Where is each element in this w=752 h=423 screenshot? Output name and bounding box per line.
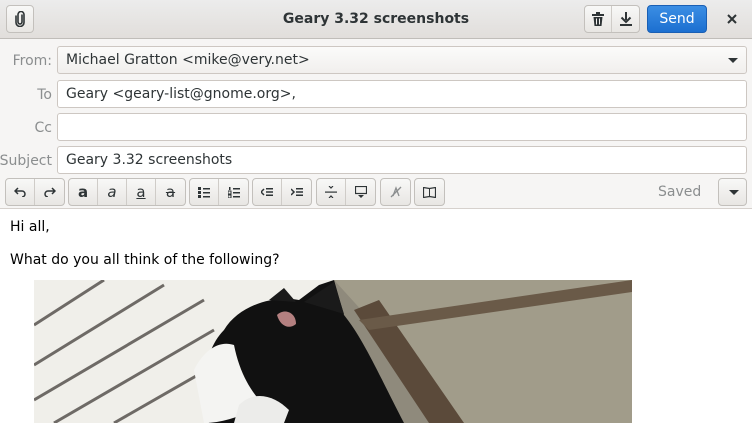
list-group (189, 178, 249, 206)
redo-button[interactable] (35, 179, 64, 205)
remove-format-icon (325, 186, 337, 198)
outdent-button[interactable] (253, 179, 282, 205)
close-button[interactable] (719, 5, 745, 33)
body-text: What do you all think of the following? (10, 252, 280, 268)
bold-button[interactable]: a (69, 179, 98, 205)
download-icon (619, 12, 632, 26)
greeting-text: Hi all, (10, 219, 50, 235)
numbered-list-icon (227, 186, 240, 198)
outdent-icon (261, 188, 273, 196)
clear-formatting-button[interactable] (381, 179, 410, 205)
insert-image-button[interactable] (346, 179, 375, 205)
dictionary-icon (423, 186, 436, 198)
insert-rule-button[interactable] (317, 179, 346, 205)
subject-field[interactable]: Geary 3.32 screenshots (57, 146, 747, 174)
bullet-list-icon (198, 186, 210, 198)
from-value: Michael Gratton <mike@very.net> (66, 52, 310, 68)
strikethrough-icon: a (165, 183, 176, 201)
chevron-down-icon (728, 58, 738, 63)
dictionary-group (414, 178, 445, 206)
numbered-list-button[interactable] (219, 179, 248, 205)
clear-formatting-icon (390, 186, 401, 198)
subject-value: Geary 3.32 screenshots (66, 152, 233, 168)
delete-save-group (584, 5, 640, 33)
underline-icon: a (136, 183, 146, 201)
insert-group (316, 178, 376, 206)
cat-photo (34, 280, 632, 423)
close-icon (727, 14, 737, 24)
save-draft-button[interactable] (612, 6, 639, 32)
insert-image-icon (354, 186, 367, 198)
from-label: From: (12, 53, 52, 69)
undo-redo-group (5, 178, 65, 206)
send-button[interactable]: Send (647, 5, 707, 33)
more-options-icon (729, 190, 739, 195)
indent-icon (290, 188, 303, 196)
undo-button[interactable] (6, 179, 35, 205)
bold-icon: a (77, 183, 89, 201)
cc-field[interactable] (57, 113, 747, 141)
text-style-group: a a a a (68, 178, 186, 206)
trash-icon (592, 12, 604, 26)
inline-image[interactable] (34, 280, 632, 423)
from-select[interactable]: Michael Gratton <mike@very.net> (57, 46, 747, 74)
delete-draft-button[interactable] (585, 6, 613, 32)
undo-icon (14, 187, 26, 197)
strikethrough-button[interactable]: a (156, 179, 185, 205)
bullet-list-button[interactable] (190, 179, 219, 205)
indent-button[interactable] (282, 179, 311, 205)
to-value: Geary <geary-list@gnome.org>, (66, 86, 296, 102)
underline-button[interactable]: a (127, 179, 156, 205)
italic-button[interactable]: a (98, 179, 127, 205)
clear-format-group (380, 178, 411, 206)
dictionary-button[interactable] (415, 179, 444, 205)
subject-label: Subject (0, 153, 52, 169)
italic-icon: a (107, 183, 117, 201)
redo-icon (43, 187, 56, 197)
to-label: To (37, 87, 52, 103)
title-bar: Geary 3.32 screenshots Send (0, 0, 752, 39)
draft-status: Saved (658, 184, 702, 200)
more-options-button[interactable] (718, 178, 747, 206)
indent-group (252, 178, 312, 206)
to-field[interactable]: Geary <geary-list@gnome.org>, (57, 80, 747, 108)
cc-label: Cc (34, 120, 52, 136)
